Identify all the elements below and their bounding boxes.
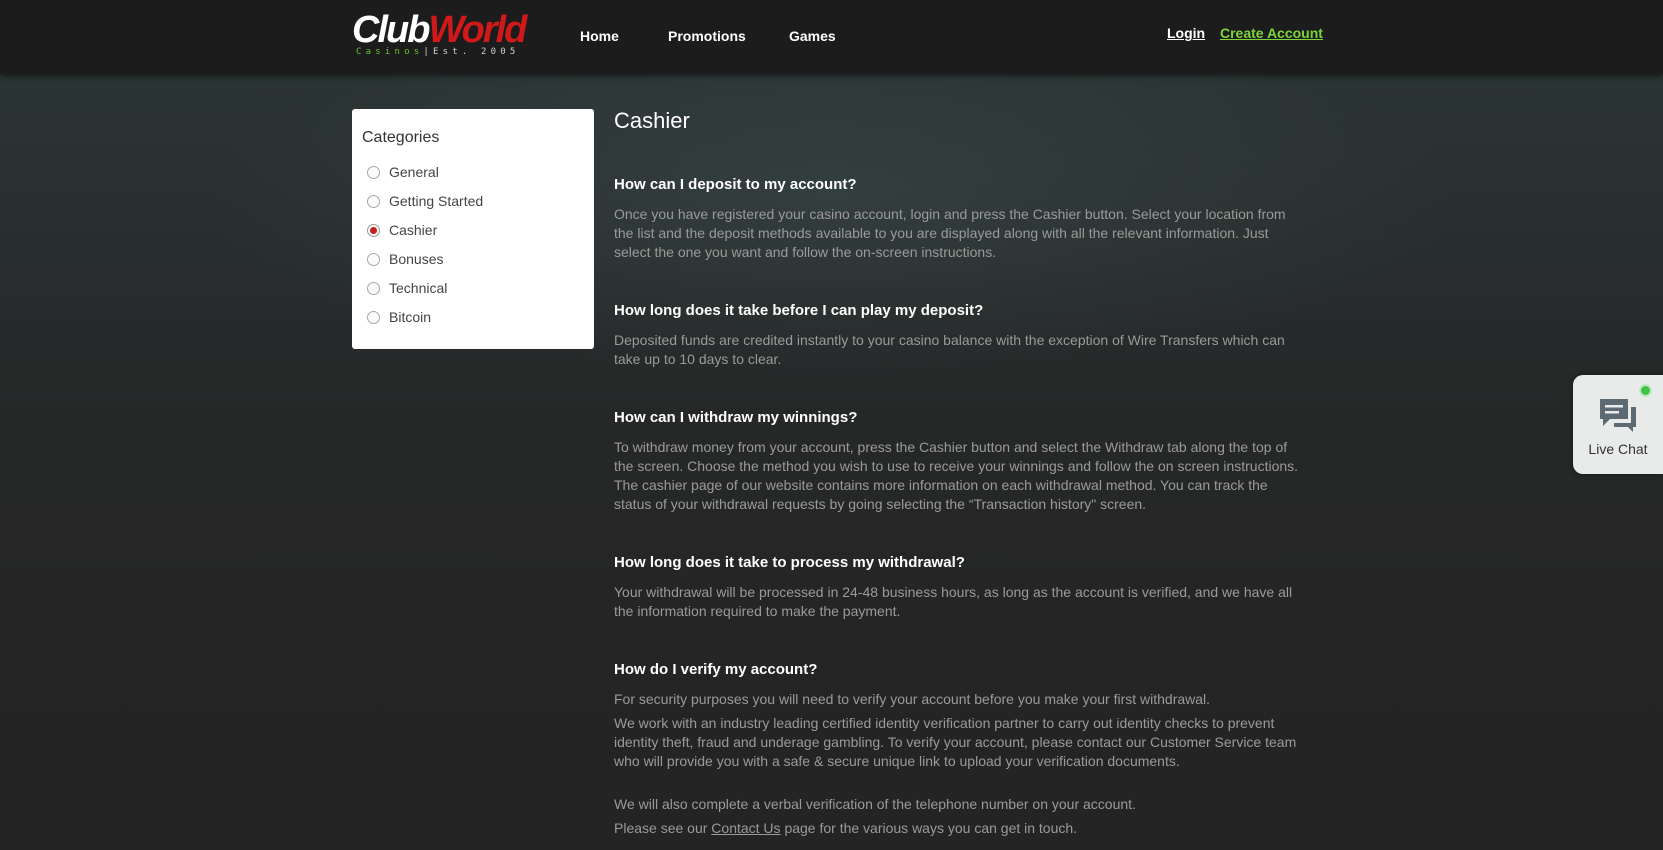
create-account-link[interactable]: Create Account (1220, 25, 1323, 41)
category-technical[interactable]: Technical (367, 277, 447, 299)
logo-club-text: Club (352, 9, 430, 51)
nav-home-link[interactable]: Home (580, 28, 619, 44)
logo-world-text: World (428, 9, 527, 51)
faq-question: How can I withdraw my winnings? (614, 409, 858, 426)
faq-question: How do I verify my account? (614, 661, 818, 678)
category-label: General (389, 164, 439, 180)
faq-answer: To withdraw money from your account, pre… (614, 439, 1299, 512)
faq-answer-paragraph: We work with an industry leading certifi… (614, 715, 1297, 769)
category-label: Bonuses (389, 251, 444, 267)
live-chat-label: Live Chat (1588, 441, 1648, 457)
online-status-dot (1641, 386, 1650, 395)
top-navigation-bar: ClubWorld Casinos|Est. 2005 Home Promoti… (0, 0, 1663, 74)
category-label: Getting Started (389, 193, 484, 209)
faq-answer-paragraph: Please see our Contact Us page for the v… (614, 819, 1304, 838)
category-general[interactable]: General (367, 161, 439, 183)
radio-button[interactable] (367, 165, 380, 179)
faq-question: How can I deposit to my account? (614, 176, 857, 193)
faq-question: How long does it take before I can play … (614, 302, 984, 319)
category-bonuses[interactable]: Bonuses (367, 248, 443, 270)
category-label: Technical (389, 280, 448, 296)
logo-wordmark: ClubWorld (352, 9, 527, 51)
nav-games-link[interactable]: Games (789, 28, 836, 44)
faq-answer: Your withdrawal will be processed in 24-… (614, 584, 1293, 619)
category-cashier[interactable]: Cashier (367, 219, 437, 241)
logo-tagline-est: Est. 2005 (432, 47, 520, 57)
contact-us-link[interactable]: Contact Us (711, 820, 780, 836)
login-link[interactable]: Login (1167, 25, 1205, 41)
category-label: Cashier (389, 222, 438, 238)
clubworld-logo[interactable]: ClubWorld Casinos|Est. 2005 (352, 10, 534, 62)
contact-text-before: Please see our (614, 820, 708, 836)
contact-text-after: page for the various ways you can get in… (784, 820, 1078, 836)
categories-title: Categories (362, 129, 440, 146)
page-title: Cashier (614, 108, 690, 133)
faq-question: How long does it take to process my with… (614, 554, 965, 571)
radio-button[interactable] (367, 252, 380, 266)
category-label: Bitcoin (389, 309, 432, 325)
faq-answer-paragraph: We will also complete a verbal verificat… (614, 796, 1136, 812)
logo-tagline-casinos: Casinos (356, 47, 424, 57)
live-chat-button[interactable]: Live Chat (1573, 375, 1663, 474)
radio-button[interactable] (367, 310, 380, 324)
category-bitcoin[interactable]: Bitcoin (367, 306, 431, 328)
category-getting-started[interactable]: Getting Started (367, 190, 483, 212)
categories-panel: Categories General Getting Started Cashi… (352, 109, 594, 349)
logo-tagline-separator: | (423, 47, 433, 57)
chat-bubbles-icon (1598, 397, 1638, 437)
radio-button[interactable] (367, 194, 380, 208)
faq-answer: Once you have registered your casino acc… (614, 206, 1286, 260)
nav-promotions-link[interactable]: Promotions (668, 28, 746, 44)
logo-tagline: Casinos|Est. 2005 (356, 47, 520, 57)
radio-button-selected[interactable] (367, 223, 380, 237)
faq-answer-paragraph: For security purposes you will need to v… (614, 691, 1211, 707)
faq-answer: Deposited funds are credited instantly t… (614, 332, 1285, 367)
radio-button[interactable] (367, 281, 380, 295)
